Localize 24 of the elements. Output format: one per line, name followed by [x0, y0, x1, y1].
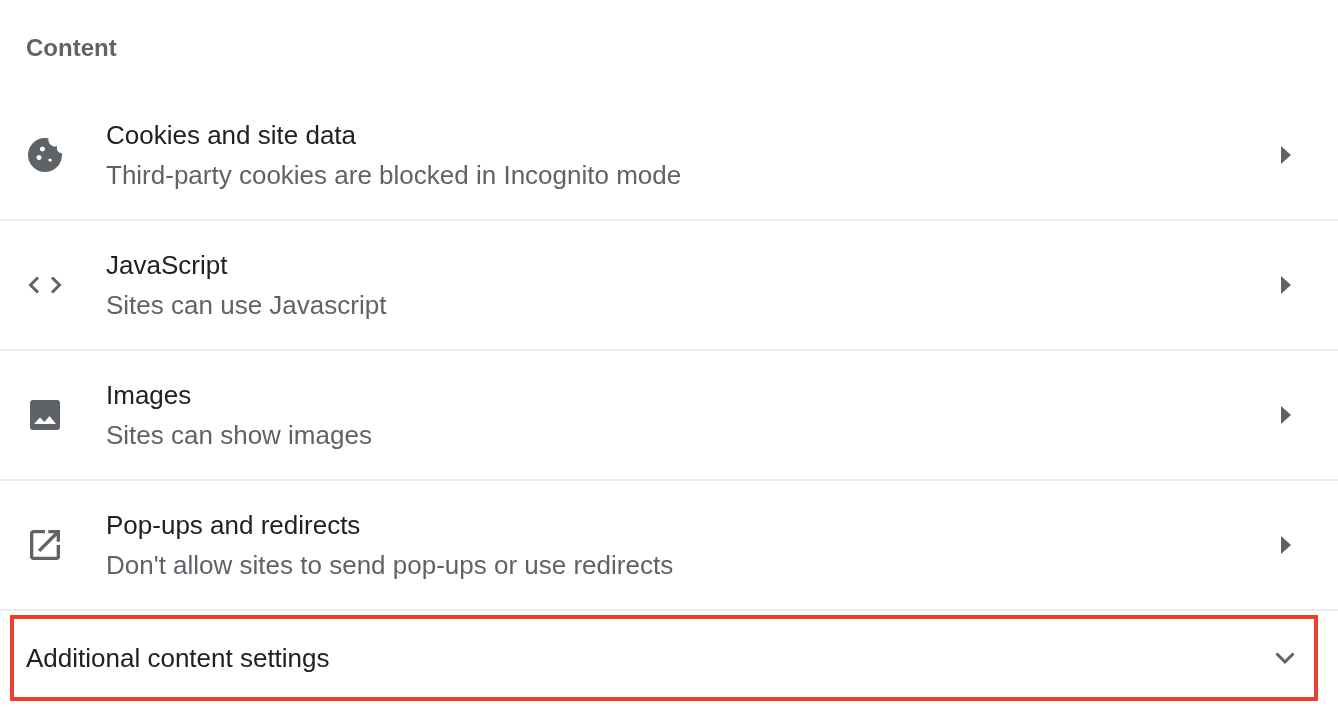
chevron-down-icon[interactable] — [1275, 651, 1295, 665]
code-brackets-icon — [28, 276, 62, 294]
settings-row[interactable]: Cookies and site data Third-party cookies are blocked in Incognito mode — [0, 91, 1338, 221]
settings-row[interactable]: Pop-ups and redirects Don't allow sites to send pop-ups or use redirects — [0, 481, 1338, 611]
cookie-icon — [28, 138, 62, 172]
arrow-right-icon[interactable] — [1281, 536, 1291, 554]
arrow-right-icon[interactable] — [1281, 276, 1291, 294]
arrow-right-icon[interactable] — [1281, 146, 1291, 164]
setting-title: JavaScript — [106, 250, 228, 280]
setting-description: Third-party cookies are blocked in Incognito mode — [106, 160, 682, 190]
image-icon — [30, 400, 60, 430]
setting-description: Don't allow sites to send pop-ups or use redirects — [106, 550, 674, 580]
setting-description: Sites can show images — [106, 420, 372, 450]
open-in-new-icon — [30, 530, 60, 560]
section-heading: Content — [26, 34, 117, 62]
settings-row[interactable]: Images Sites can show images — [0, 351, 1338, 481]
additional-settings-label: Additional content settings — [26, 643, 330, 673]
arrow-right-icon[interactable] — [1281, 406, 1291, 424]
setting-title: Pop-ups and redirects — [106, 510, 361, 540]
setting-title: Cookies and site data — [106, 120, 357, 150]
setting-description: Sites can use Javascript — [106, 290, 387, 320]
setting-title: Images — [106, 380, 192, 410]
settings-row[interactable]: JavaScript Sites can use Javascript — [0, 221, 1338, 351]
additional-settings-row[interactable]: Additional content settings — [10, 615, 1318, 701]
